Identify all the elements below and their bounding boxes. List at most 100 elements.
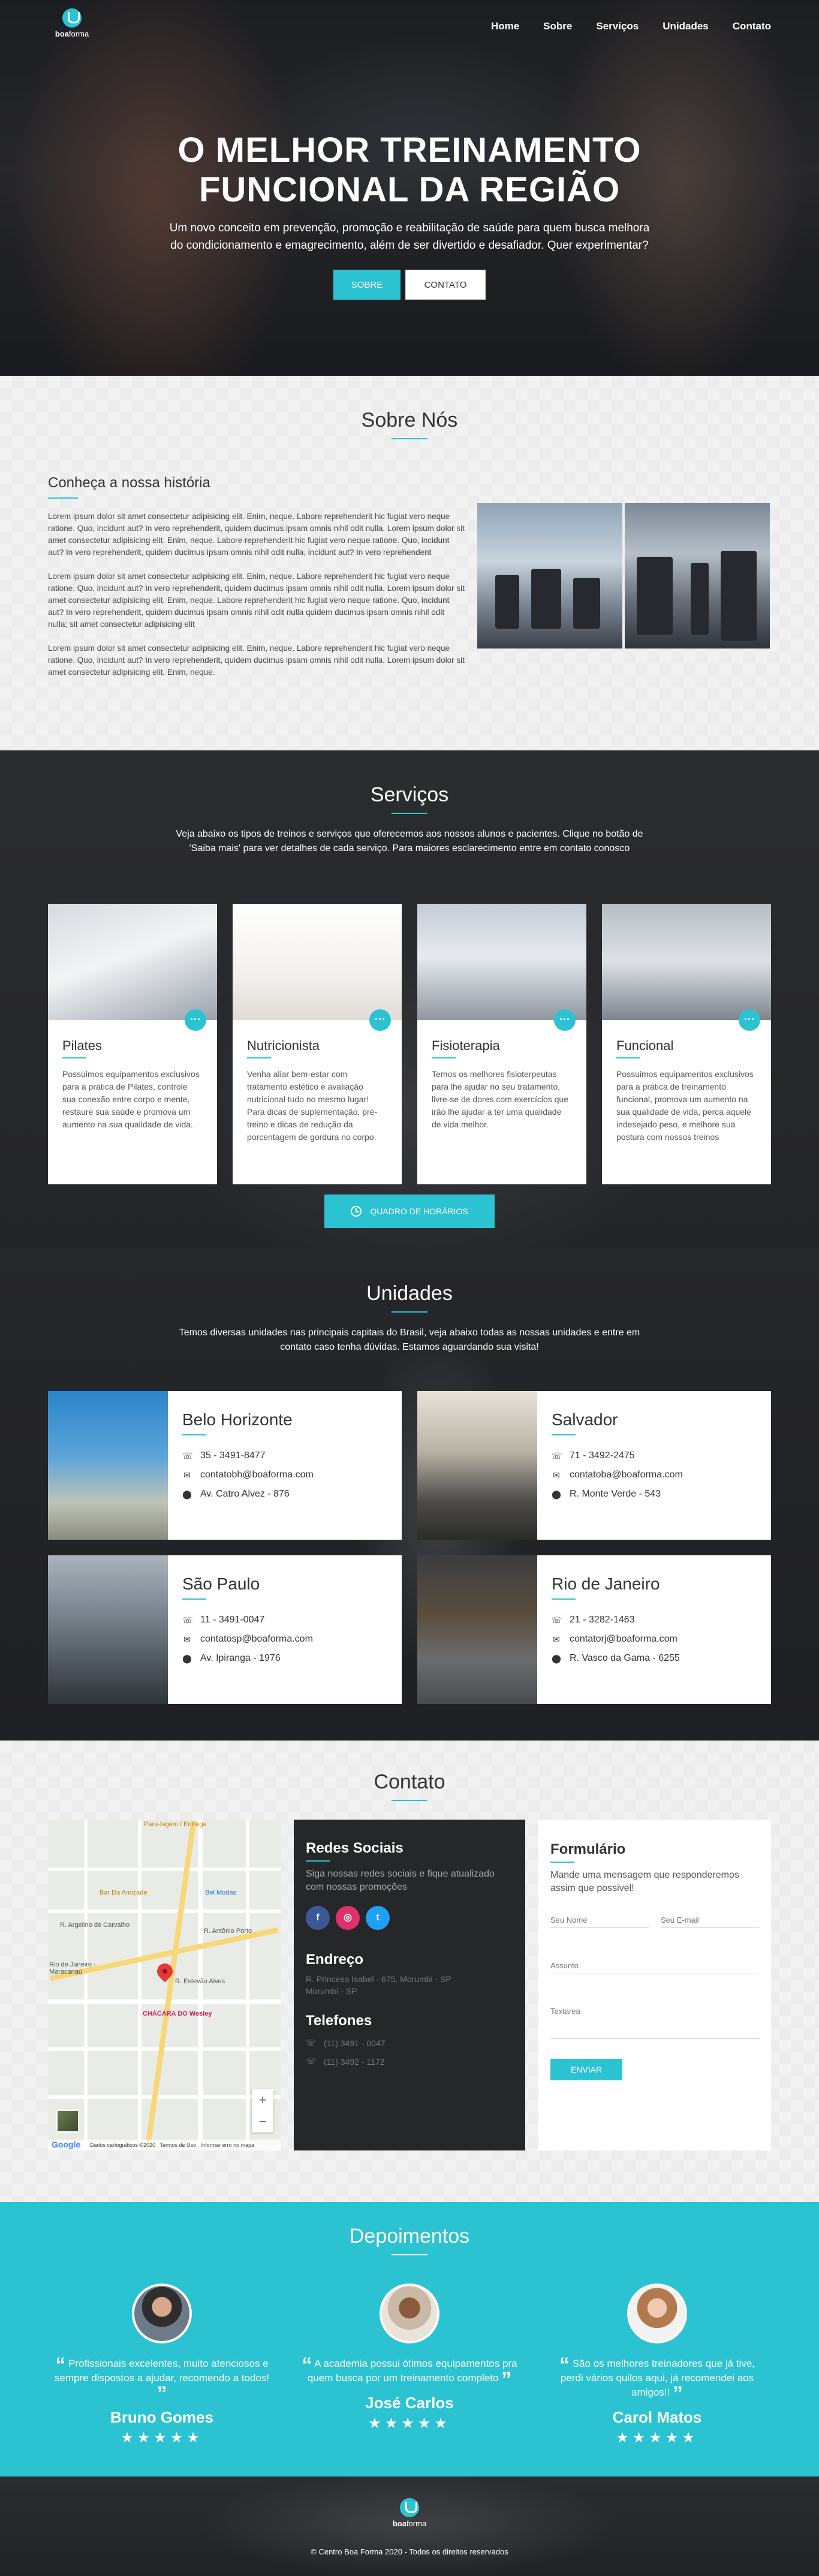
pilates-image [48, 904, 217, 1020]
servicos-section: Serviços Veja abaixo os tipos de treinos… [0, 750, 819, 1249]
unidades-title: Unidades [366, 1282, 453, 1305]
card-text: Possuimos equipamentos exclusivos para a… [62, 1069, 200, 1129]
contact-form: Formulário Mande uma mensagem que respon… [538, 1820, 771, 2150]
nutricionista-image [233, 904, 402, 1020]
map-terms-link[interactable]: Termos de Uso [160, 2142, 197, 2148]
nav-home-link[interactable]: Home [491, 20, 519, 32]
unit-phone: 35 - 3491-8477 [200, 1450, 266, 1461]
zoom-out-button[interactable]: − [252, 2111, 273, 2132]
facebook-icon[interactable]: f [306, 1906, 330, 1930]
unit-card-salvador: Salvador ☏ 71 - 3492-2475 ✉ contatoba@boaf… [417, 1391, 771, 1540]
phone-number: (11) 3492 - 1172 [324, 2056, 385, 2067]
footer-logo[interactable]: boaforma [386, 2498, 433, 2528]
schedule-button-label: QUADRO DE HORÁRIOS [370, 1206, 468, 1216]
unit-phone: 71 - 3492-2475 [570, 1450, 635, 1461]
social-text: Siga nossas redes sociais e fique atuali… [306, 1869, 495, 1892]
funcional-image [602, 904, 771, 1020]
copyright: © Centro Boa Forma 2020 - Todos os direi… [311, 2547, 508, 2556]
unit-phone: 21 - 3282-1463 [570, 1615, 635, 1625]
testimonial-name: José Carlos [365, 2394, 454, 2412]
testimonial-quote: São os melhores treinadores que já tive,… [560, 2358, 755, 2398]
map-marker-icon: ⬤ [552, 1653, 561, 1663]
map-marker-icon: ⬤ [552, 1489, 561, 1499]
unit-photo [417, 1391, 537, 1540]
contato-button[interactable]: CONTATO [405, 270, 486, 300]
gym-photo [625, 503, 770, 648]
gym-photo [477, 503, 622, 648]
sobre-paragraph: Lorem ipsum dolor sit amet consectetur a… [48, 512, 465, 557]
map-embed[interactable]: Para-lagem / Entrega Bar Da Amizade Bel … [48, 1820, 281, 2150]
email-field[interactable] [661, 1913, 759, 1928]
instagram-icon[interactable]: ◎ [336, 1906, 360, 1930]
map-label: R. Antônio Porto [204, 1928, 252, 1935]
address-title: Endreço [306, 1951, 364, 1968]
service-card-nutricionista: ··· Nutricionista Venha aliar bem-estar … [233, 904, 402, 1184]
twitter-icon[interactable]: t [366, 1906, 390, 1930]
units-grid: Belo Horizonte ☏ 35 - 3491-8477 ✉ contatob… [48, 1391, 771, 1704]
logo-regular-text: forma [68, 29, 89, 38]
star-rating: ★★★★★ [121, 2430, 203, 2446]
service-cards: ··· Pilates Possuimos equipamentos exclu… [48, 904, 771, 1184]
footer: boaforma © Centro Boa Forma 2020 - Todos… [0, 2477, 819, 2576]
map-marker-icon: ⬤ [182, 1489, 192, 1499]
servicos-description: Veja abaixo os tipos de treinos e serviç… [176, 829, 643, 853]
name-field[interactable] [550, 1913, 649, 1928]
card-divider [616, 1057, 640, 1058]
phone-icon: ☏ [182, 1450, 193, 1461]
sobre-button[interactable]: SOBRE [333, 270, 401, 300]
sobre-paragraph: Lorem ipsum dolor sit amet consectetur a… [48, 572, 465, 629]
logo-bold-text: boa [55, 29, 69, 38]
unit-email: contatorj@boaforma.com [570, 1634, 678, 1644]
unidades-section: Unidades Temos diversas unidades nas pri… [0, 1249, 819, 1741]
subject-field[interactable] [550, 1957, 759, 1974]
avatar [380, 2284, 439, 2343]
star-rating: ★★★★★ [368, 2415, 451, 2432]
more-button[interactable]: ··· [739, 1009, 760, 1031]
unit-email: contatosp@boaforma.com [200, 1634, 313, 1644]
google-logo: Google [52, 2140, 81, 2149]
hero-buttons: SOBRE CONTATO [0, 270, 819, 300]
quote-close-icon: ” [672, 2382, 683, 2405]
zoom-in-button[interactable]: + [252, 2089, 273, 2111]
more-button[interactable]: ··· [369, 1009, 391, 1031]
unit-address: R. Vasco da Gama - 6255 [570, 1653, 680, 1663]
phone-icon: ☏ [182, 1615, 193, 1625]
logo-bold-text: boa [392, 2519, 407, 2528]
unit-city: Rio de Janeiro [552, 1574, 660, 1593]
nav-contato-link[interactable]: Contato [733, 20, 771, 32]
avatar [132, 2284, 192, 2343]
testimonials: “ Profissionais excelentes, muito atenci… [48, 2284, 771, 2447]
logo-icon [62, 8, 82, 28]
unidades-description: Temos diversas unidades nas principais c… [179, 1328, 640, 1352]
schedule-button[interactable]: QUADRO DE HORÁRIOS [324, 1195, 495, 1228]
service-card-funcional: ··· Funcional Possuimos equipamentos exc… [602, 904, 771, 1184]
depoimentos-section: Depoimentos “ Profissionais excelentes, … [0, 2202, 819, 2477]
social-panel: Redes Sociais Siga nossas redes sociais … [294, 1820, 525, 2150]
submit-button[interactable]: ENVIAR [550, 2059, 622, 2080]
map-attribution: Dados cartográficos ©2020 [90, 2142, 156, 2148]
more-button[interactable]: ··· [185, 1009, 206, 1031]
more-button[interactable]: ··· [554, 1009, 576, 1031]
title-divider [392, 1311, 427, 1313]
service-card-fisioterapia: ··· Fisioterapia Temos os melhores fisio… [417, 904, 586, 1184]
map-label: Rio de Janeiro - Maracanaú [49, 1961, 96, 1975]
envelope-icon: ✉ [553, 1634, 560, 1644]
main-menu: Home Sobre Serviços Unidades Contato [491, 20, 771, 32]
card-text: Venha aliar bem-estar com tratamento est… [247, 1069, 378, 1142]
card-divider [247, 1057, 271, 1058]
unit-city: São Paulo [182, 1574, 260, 1593]
sobre-section: Sobre Nós Conheça a nossa história Lorem… [0, 376, 819, 750]
map-report-link[interactable]: Informar erro no mapa [201, 2142, 255, 2148]
title-divider [392, 813, 427, 814]
nav-servicos-link[interactable]: Serviços [596, 20, 639, 32]
logo[interactable]: boaforma [48, 8, 96, 38]
testimonial-quote: A academia possui ótimos equipamentos pr… [307, 2358, 517, 2384]
nav-sobre-link[interactable]: Sobre [543, 20, 572, 32]
message-field[interactable] [550, 2004, 759, 2039]
satellite-toggle[interactable] [56, 2110, 79, 2132]
map-label: Bar Da Amizade [100, 1889, 147, 1896]
unit-email: contatobh@boaforma.com [200, 1470, 314, 1480]
nav-unidades-link[interactable]: Unidades [663, 20, 709, 32]
clock-icon [351, 1206, 362, 1217]
unit-city: Belo Horizonte [182, 1410, 293, 1429]
